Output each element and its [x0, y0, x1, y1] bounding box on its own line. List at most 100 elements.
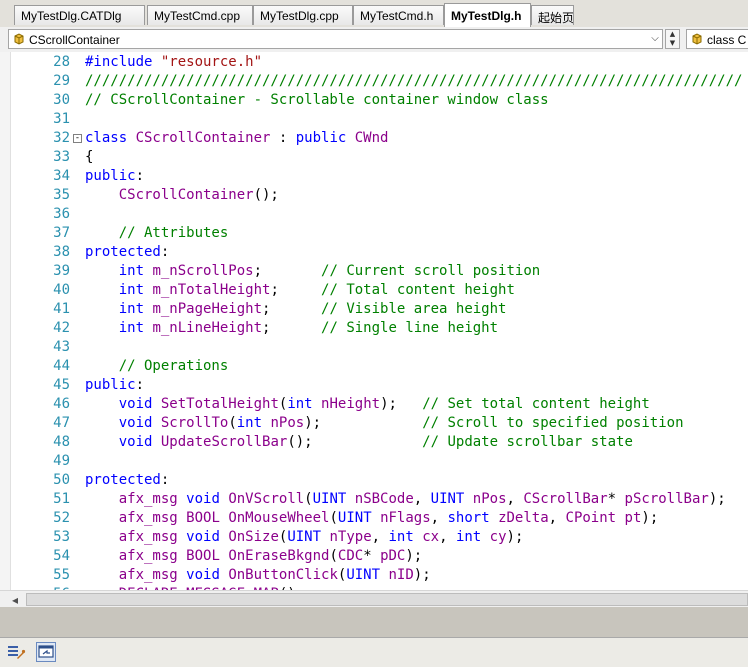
tab-2[interactable]: MyTestDlg.cpp: [253, 5, 353, 25]
code-token: cy: [489, 529, 507, 545]
code-token: UpdateScrollBar: [160, 434, 288, 450]
code-token: zDelta: [498, 510, 549, 526]
code-token: int: [118, 282, 153, 298]
code-line: afx_msg BOOL OnMouseWheel(UINT nFlags, s…: [85, 509, 659, 528]
line-number: 28: [53, 54, 70, 70]
code-token: BOOL: [186, 510, 229, 526]
code-token: ,: [413, 491, 431, 507]
code-token: :: [135, 168, 145, 184]
code-token: CScrollContainer: [118, 187, 254, 203]
code-token: BOOL: [186, 548, 229, 564]
code-token: protected: [85, 244, 161, 260]
code-token: pt: [624, 510, 642, 526]
chevron-down-icon[interactable]: ⌵: [648, 30, 662, 48]
tab-4[interactable]: MyTestDlg.h: [444, 3, 531, 27]
code-line: void ScrollTo(int nPos); // Scroll to sp…: [85, 414, 684, 433]
code-token: (: [304, 491, 313, 507]
code-token: int: [118, 301, 153, 317]
line-number: 47: [53, 415, 70, 431]
code-token: "resource.h": [160, 54, 263, 70]
code-token: public: [85, 168, 136, 184]
code-line: afx_msg void OnVScroll(UINT nSBCode, UIN…: [85, 490, 726, 509]
tab-0[interactable]: MyTestDlg.CATDlg: [14, 5, 145, 25]
class-icon: [14, 33, 24, 45]
tab-1[interactable]: MyTestCmd.cpp: [147, 5, 253, 25]
code-token: // Current scroll position: [321, 263, 541, 279]
code-token: // CScrollContainer - Scrollable contain…: [85, 92, 549, 108]
code-editor[interactable]: 28 #include "resource.h" 29 ///////////////…: [0, 52, 748, 590]
code-token: void: [118, 434, 161, 450]
scrollbar-thumb[interactable]: [26, 593, 748, 606]
code-token: nType: [329, 529, 372, 545]
line-number: 45: [53, 377, 70, 393]
code-token: m_nTotalHeight: [152, 282, 271, 298]
code-line: int m_nScrollPos; // Current scroll posi…: [85, 262, 540, 281]
code-token: SetTotalHeight: [160, 396, 279, 412]
member-combo[interactable]: class C: [686, 29, 748, 49]
tab-5[interactable]: 起始页: [531, 5, 574, 25]
code-token: ////////////////////////////////////////…: [85, 73, 743, 89]
output-window-icon[interactable]: [36, 642, 56, 662]
class-combo-value: CScrollContainer: [29, 33, 120, 47]
code-token: nPos: [472, 491, 507, 507]
code-token: ScrollTo: [160, 415, 229, 431]
code-token: {: [85, 149, 94, 165]
code-token: public: [85, 377, 136, 393]
code-token: void: [186, 491, 229, 507]
code-line: // Operations: [85, 357, 229, 376]
code-token: OnSize: [228, 529, 279, 545]
code-token: );: [304, 415, 423, 431]
class-combo[interactable]: CScrollContainer ⌵: [8, 29, 663, 49]
code-line: public:: [85, 167, 144, 186]
code-token: pDC: [380, 548, 406, 564]
code-token: ,: [430, 510, 448, 526]
navigation-bar: CScrollContainer ⌵ ▲ ▼ class C: [0, 27, 748, 53]
code-token: );: [405, 548, 423, 564]
document-tab-strip: MyTestDlg.CATDlg MyTestCmd.cpp MyTestDlg.c…: [0, 0, 748, 28]
line-number: 51: [53, 491, 70, 507]
nav-split-button[interactable]: ▲ ▼: [665, 29, 680, 49]
code-token: int: [287, 396, 322, 412]
line-number: 54: [53, 548, 70, 564]
code-token: int: [455, 529, 490, 545]
code-token: class: [85, 130, 136, 146]
code-token: ,: [506, 491, 524, 507]
scroll-left-icon[interactable]: ◂: [8, 593, 22, 607]
code-token: ,: [548, 510, 566, 526]
code-line: CScrollContainer();: [85, 186, 279, 205]
code-token: (: [329, 510, 338, 526]
code-token: CPoint: [565, 510, 625, 526]
code-token: // Single line height: [321, 320, 499, 336]
line-number: 50: [53, 472, 70, 488]
line-number: 36: [53, 206, 70, 222]
code-line: #include "resource.h": [85, 53, 262, 72]
code-token: void: [118, 396, 161, 412]
code-line: protected:: [85, 471, 169, 490]
code-token: int: [388, 529, 423, 545]
wrench-list-icon[interactable]: [6, 642, 26, 662]
horizontal-scrollbar[interactable]: ◂: [0, 590, 748, 608]
tab-3[interactable]: MyTestCmd.h: [353, 5, 444, 25]
code-token: ;: [262, 320, 322, 336]
line-number: 49: [53, 453, 70, 469]
code-token: *: [363, 548, 381, 564]
panel-splitter[interactable]: [0, 607, 748, 637]
code-token: #include: [85, 54, 161, 70]
code-token: cx: [422, 529, 440, 545]
code-token: // Visible area height: [321, 301, 507, 317]
line-number: 55: [53, 567, 70, 583]
fold-toggle-icon[interactable]: -: [73, 134, 82, 143]
code-token: nHeight: [321, 396, 381, 412]
code-line: // Attributes: [85, 224, 229, 243]
code-line: protected:: [85, 243, 169, 262]
code-token: int: [118, 263, 153, 279]
code-token: void: [118, 415, 161, 431]
code-token: // Attributes: [85, 225, 229, 241]
member-combo-value: class C: [707, 33, 747, 47]
code-token: ,: [371, 529, 389, 545]
code-line: // CScrollContainer - Scrollable contain…: [85, 91, 549, 110]
code-token: // Scroll to specified position: [422, 415, 684, 431]
